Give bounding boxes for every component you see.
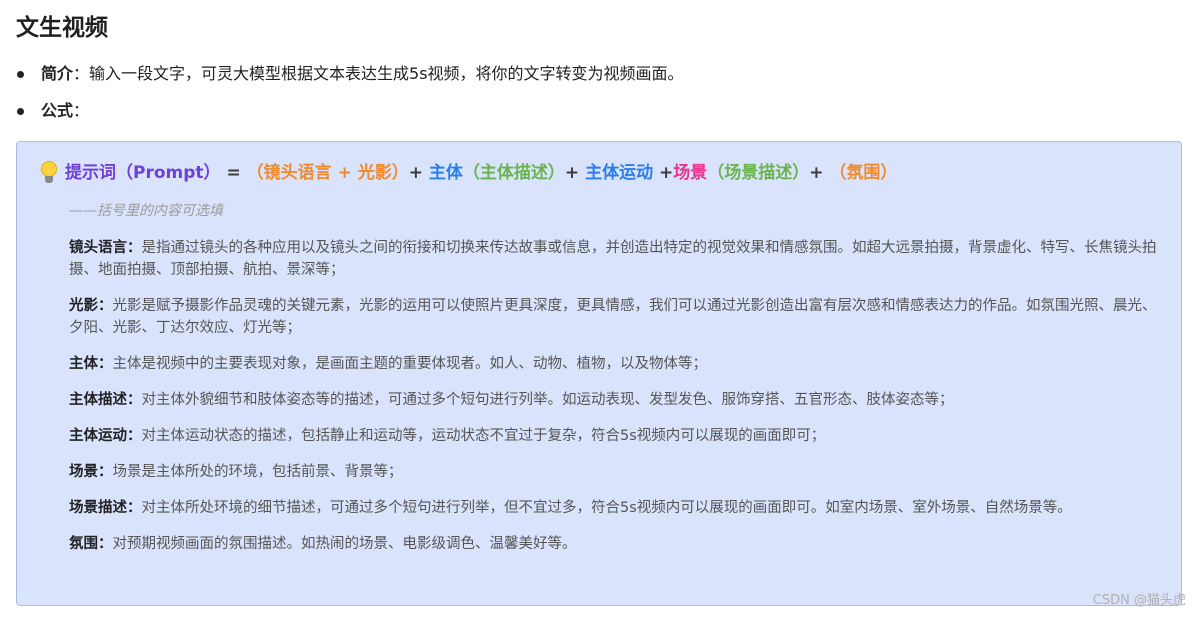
bullet-dot-icon <box>17 108 24 115</box>
definition-body: 场景是主体所处的环境，包括前景、背景等； <box>112 464 403 480</box>
formula-subject-desc: （主体描述） <box>462 163 565 183</box>
watermark: CSDN @猫头虎 <box>1092 593 1186 608</box>
formula-plus: + <box>809 163 830 183</box>
definition-term: 主体描述： <box>69 392 142 408</box>
formula-scene-desc: （场景描述） <box>707 163 810 183</box>
formula-plus: + <box>408 163 429 183</box>
definition-body: 是指通过镜头的各种应用以及镜头之间的衔接和切换来传达故事或信息，并创造出特定的视… <box>69 240 1157 278</box>
formula-plus: + <box>564 163 586 183</box>
bullet-label: 简介 <box>41 64 74 83</box>
definition-body: 对主体运动状态的描述，包括静止和运动等，运动状态不宜过于复杂，符合5s视频内可以… <box>141 428 826 444</box>
definition-body: 对主体所处环境的细节描述，可通过多个短句进行列举，但不宜过多，符合5s视频内可以… <box>141 500 1072 516</box>
bullet-dot-icon <box>17 71 24 78</box>
list-item-intro: 简介：输入一段文字，可灵大模型根据文本表达生成5s视频，将你的文字转变为视频画面… <box>16 64 684 101</box>
definition-body: 光影是赋予摄影作品灵魂的关键元素，光影的运用可以使照片更具深度，更具情感，我们可… <box>69 298 1157 336</box>
bullet-text: 输入一段文字，可灵大模型根据文本表达生成5s视频，将你的文字转变为视频画面。 <box>89 64 684 83</box>
optional-note: ——括号里的内容可选填 <box>69 203 223 219</box>
definition-body: 对主体外貌细节和肢体姿态等的描述，可通过多个短句进行列举。如运动表现、发型发色、… <box>141 392 954 408</box>
definition-item: 主体描述：对主体外貌细节和肢体姿态等的描述，可通过多个短句进行列举。如运动表现、… <box>69 389 1169 411</box>
formula-callout: 提示词（Prompt） = （镜头语言 + 光影）+ 主体（主体描述）+ 主体运… <box>16 141 1182 606</box>
formula-subject: 主体 <box>428 163 463 183</box>
definition-term: 镜头语言： <box>69 240 142 256</box>
formula-plus: + <box>653 163 674 183</box>
definition-body: 对预期视频画面的氛围描述。如热闹的场景、电影级调色、温馨美好等。 <box>112 536 577 552</box>
bullet-separator: ： <box>73 64 90 83</box>
definition-term: 场景描述： <box>69 500 142 516</box>
formula-atmosphere: （氛围） <box>829 163 898 183</box>
formula-motion: 主体运动 <box>585 163 654 183</box>
definition-item: 场景：场景是主体所处的环境，包括前景、背景等； <box>69 461 1169 483</box>
list-item-formula: 公式： <box>16 101 684 138</box>
formula-scene: 场景 <box>673 163 708 183</box>
bullet-list: 简介：输入一段文字，可灵大模型根据文本表达生成5s视频，将你的文字转变为视频画面… <box>16 64 684 138</box>
article-page: 文生视频 简介：输入一段文字，可灵大模型根据文本表达生成5s视频，将你的文字转变… <box>0 0 1202 618</box>
definition-term: 主体运动： <box>69 428 142 444</box>
section-title: 文生视频 <box>16 15 108 41</box>
definition-item: 场景描述：对主体所处环境的细节描述，可通过多个短句进行列举，但不宜过多，符合5s… <box>69 497 1169 519</box>
definition-item: 光影：光影是赋予摄影作品灵魂的关键元素，光影的运用可以使照片更具深度，更具情感，… <box>69 295 1169 339</box>
formula-equals: = <box>220 163 247 183</box>
definition-item: 主体：主体是视频中的主要表现对象，是画面主题的重要体现者。如人、动物、植物，以及… <box>69 353 1169 375</box>
formula-lens-lighting: （镜头语言 + 光影） <box>246 163 409 183</box>
definition-term: 场景： <box>69 464 113 480</box>
bullet-separator: ： <box>73 101 90 120</box>
bullet-label: 公式 <box>41 101 74 120</box>
formula-prompt: 提示词（Prompt） <box>65 163 221 183</box>
formula-line: 提示词（Prompt） = （镜头语言 + 光影）+ 主体（主体描述）+ 主体运… <box>39 159 897 187</box>
definition-term: 氛围： <box>69 536 113 552</box>
lightbulb-icon <box>39 159 59 187</box>
definition-item: 氛围：对预期视频画面的氛围描述。如热闹的场景、电影级调色、温馨美好等。 <box>69 533 1169 555</box>
definition-list: 镜头语言：是指通过镜头的各种应用以及镜头之间的衔接和切换来传达故事或信息，并创造… <box>69 237 1169 569</box>
definition-item: 主体运动：对主体运动状态的描述，包括静止和运动等，运动状态不宜过于复杂，符合5s… <box>69 425 1169 447</box>
definition-item: 镜头语言：是指通过镜头的各种应用以及镜头之间的衔接和切换来传达故事或信息，并创造… <box>69 237 1169 281</box>
definition-term: 主体： <box>69 356 113 372</box>
definition-term: 光影： <box>69 298 113 314</box>
definition-body: 主体是视频中的主要表现对象，是画面主题的重要体现者。如人、动物、植物，以及物体等… <box>112 356 708 372</box>
